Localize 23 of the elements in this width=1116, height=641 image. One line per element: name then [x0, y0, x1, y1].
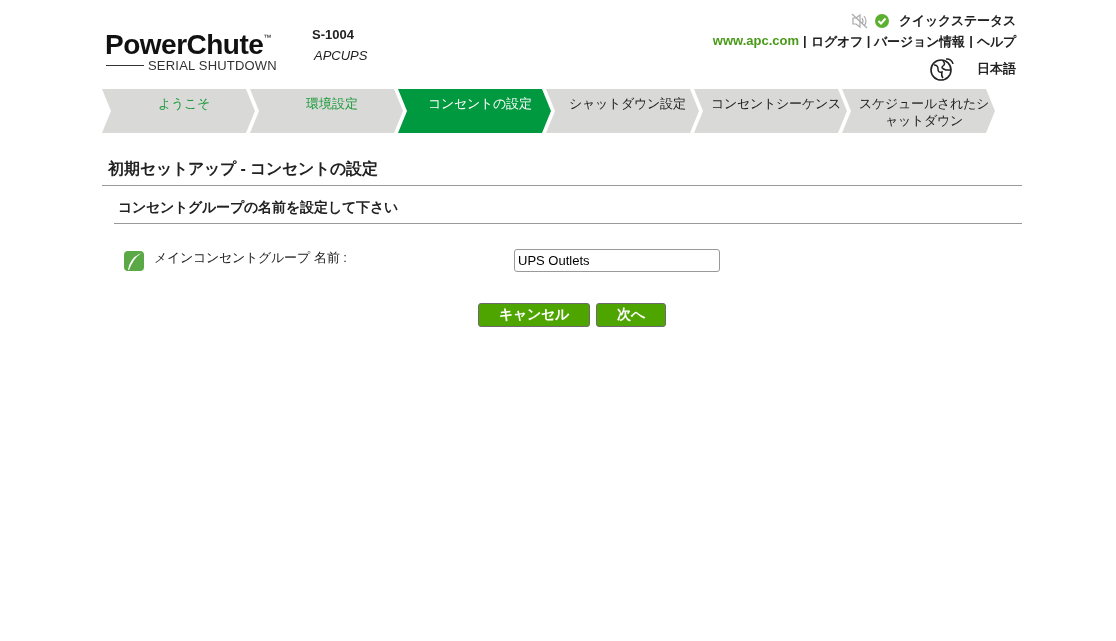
logo-wordmark: PowerChute$^{™}$: [105, 28, 272, 59]
wizard-step-tab[interactable]: スケジュールされたシャットダウン: [842, 89, 995, 133]
nav-link[interactable]: ログオフ: [810, 33, 863, 51]
leaf-icon: [124, 250, 144, 271]
globe-icon[interactable]: [929, 56, 955, 82]
logo-subtitle: SERIAL SHUTDOWN: [148, 58, 277, 73]
wizard-step-tab[interactable]: コンセントの設定: [398, 89, 551, 133]
link-separator: |: [803, 33, 807, 50]
wizard-step-tab[interactable]: コンセントシーケンス: [694, 89, 847, 133]
link-separator: |: [866, 33, 871, 50]
section-title: コンセントグループの名前を設定して下さい: [114, 186, 1022, 224]
nav-link[interactable]: ヘルプ: [977, 33, 1016, 51]
website-link[interactable]: www.apc.com: [712, 33, 800, 51]
device-name: APCUPS: [314, 48, 368, 63]
page-title: 初期セットアップ - コンセントの設定: [102, 133, 1022, 186]
wizard-step-tab[interactable]: シャットダウン設定: [546, 89, 699, 133]
language-selector[interactable]: 日本語: [977, 60, 1016, 78]
quick-status-link[interactable]: クイックステータス: [899, 12, 1016, 30]
device-model: S-1004: [312, 27, 355, 42]
link-separator: |: [969, 33, 973, 50]
field-label: メインコンセントグループ 名前 :: [154, 248, 348, 267]
nav-link[interactable]: バージョン情報: [874, 33, 966, 51]
outlet-group-name-input[interactable]: UPS Outlets: [514, 249, 720, 272]
